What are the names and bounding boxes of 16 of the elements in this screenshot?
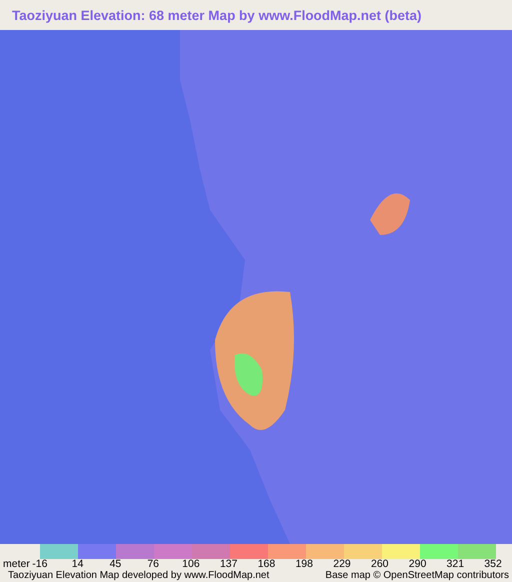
legend-tick-label: 137 <box>218 559 238 570</box>
legend-tick-label: 352 <box>483 559 503 570</box>
legend-tick-label: 321 <box>446 559 466 570</box>
legend-tick-label: 229 <box>332 559 352 570</box>
legend-tick-label: 45 <box>108 559 122 570</box>
legend-unit: meter <box>3 559 30 570</box>
legend-tick-label: 290 <box>408 559 428 570</box>
legend-tick-label: 168 <box>256 559 276 570</box>
attribution-text: Base map © OpenStreetMap contributors <box>325 570 509 582</box>
legend-tick-label: 198 <box>294 559 314 570</box>
legend-tick-label: 14 <box>70 559 84 570</box>
legend-tick-label: 260 <box>370 559 390 570</box>
map-title: Taoziyuan Elevation: 68 meter Map by www.FloodMap.net (beta) <box>11 6 423 25</box>
credit-text: Taoziyuan Elevation Map developed by www.FloodMap.net <box>8 570 270 582</box>
legend-tick-label: 106 <box>181 559 201 570</box>
legend-tick-label: 76 <box>146 559 160 570</box>
